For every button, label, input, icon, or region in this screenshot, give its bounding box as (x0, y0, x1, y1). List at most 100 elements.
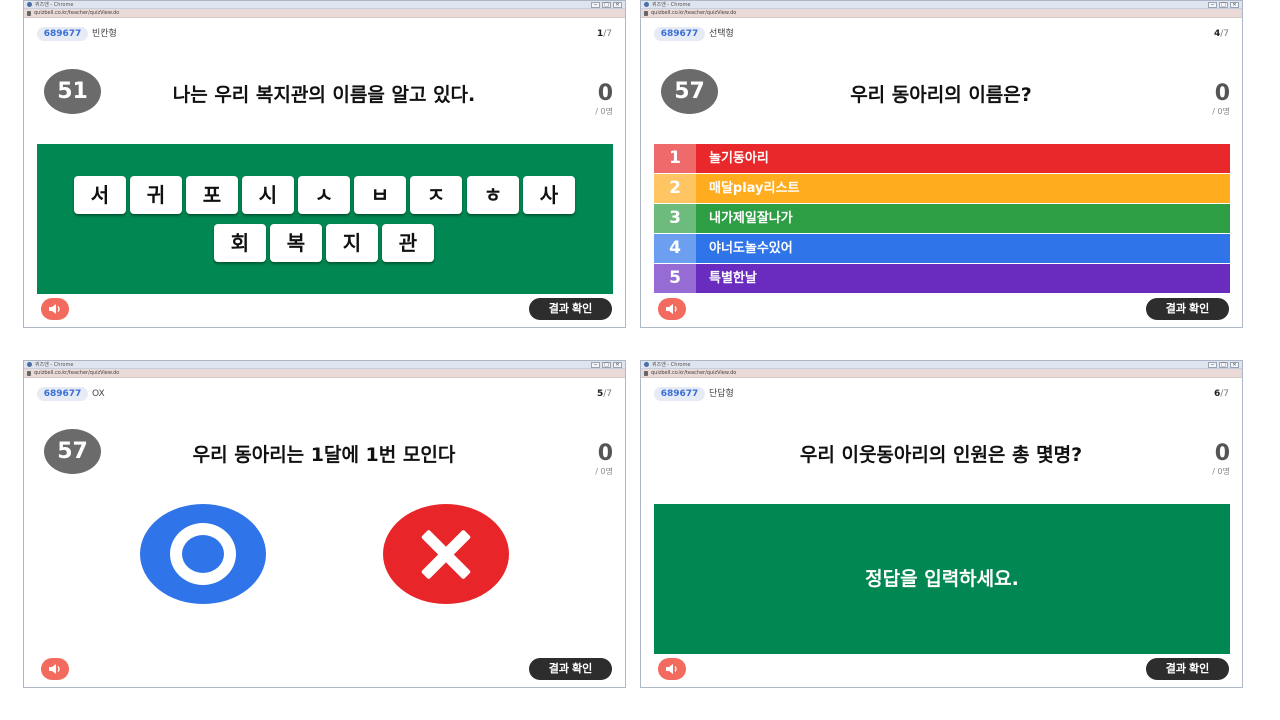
timer-circle: 57 (44, 429, 101, 474)
letter-tile[interactable]: 사 (523, 176, 575, 214)
score-display: 0 / 0명 (1212, 81, 1230, 117)
speaker-button[interactable] (41, 658, 69, 680)
quiz-window-multiple-choice: 퀴즈앤 - Chrome ─ □ ✕ quizbell.co.kr/teache… (640, 0, 1243, 328)
window-titlebar: 퀴즈앤 - Chrome ─ □ ✕ (24, 361, 625, 369)
close-button[interactable]: ✕ (1230, 362, 1239, 368)
question-type: 선택형 (709, 29, 734, 39)
score-display: 0 / 0명 (1212, 441, 1230, 477)
letter-tile[interactable]: ㅂ (354, 176, 406, 214)
letter-tile[interactable]: 귀 (130, 176, 182, 214)
option-number: 4 (654, 234, 696, 263)
pin-badge: 689677 (654, 27, 705, 41)
x-answer-button[interactable] (383, 504, 509, 604)
url-text: quizbell.co.kr/teacher/quizView.do (651, 370, 737, 376)
check-result-button[interactable]: 결과 확인 (529, 298, 612, 320)
participant-count: / 0명 (1212, 467, 1230, 476)
answer-option-2[interactable]: 2 매달play리스트 (654, 174, 1230, 203)
letter-tile[interactable]: ㅈ (410, 176, 462, 214)
close-button[interactable]: ✕ (613, 362, 622, 368)
participant-count: / 0명 (1212, 107, 1230, 116)
participant-count: / 0명 (595, 467, 613, 476)
o-answer-button[interactable] (140, 504, 266, 604)
option-text: 내가제일잘나가 (709, 211, 793, 226)
close-button[interactable]: ✕ (613, 2, 622, 8)
pin-badge: 689677 (37, 387, 88, 401)
check-result-button[interactable]: 결과 확인 (1146, 298, 1229, 320)
url-text: quizbell.co.kr/teacher/quizView.do (34, 370, 120, 376)
score-display: 0 / 0명 (595, 441, 613, 477)
answer-option-4[interactable]: 4 야너도놀수있어 (654, 234, 1230, 263)
letter-tile[interactable]: 시 (242, 176, 294, 214)
window-titlebar: 퀴즈앤 - Chrome ─ □ ✕ (641, 361, 1242, 369)
option-text: 매달play리스트 (709, 181, 800, 196)
lock-icon (644, 11, 648, 16)
question-counter: 4/7 (1214, 27, 1229, 41)
answer-option-5[interactable]: 5 특별한날 (654, 264, 1230, 293)
minimize-button[interactable]: ─ (1208, 2, 1217, 8)
option-number: 5 (654, 264, 696, 293)
question-text: 우리 동아리의 이름은? (850, 84, 1032, 106)
maximize-button[interactable]: □ (1219, 362, 1228, 368)
letter-tile[interactable]: 서 (74, 176, 126, 214)
option-number: 3 (654, 204, 696, 233)
browser-icon (644, 362, 649, 367)
speaker-icon (666, 664, 677, 674)
score-count: 0 (597, 441, 613, 466)
lock-icon (644, 371, 648, 376)
question-counter: 6/7 (1214, 387, 1229, 401)
option-text: 야너도놀수있어 (709, 241, 793, 256)
speaker-button[interactable] (658, 658, 686, 680)
letter-tile[interactable]: 회 (214, 224, 266, 262)
quiz-window-short-answer: 퀴즈앤 - Chrome ─ □ ✕ quizbell.co.kr/teache… (640, 360, 1243, 688)
maximize-button[interactable]: □ (602, 2, 611, 8)
question-type: 빈칸형 (92, 29, 117, 39)
check-result-button[interactable]: 결과 확인 (529, 658, 612, 680)
speaker-button[interactable] (658, 298, 686, 320)
minimize-button[interactable]: ─ (1208, 362, 1217, 368)
speaker-button[interactable] (41, 298, 69, 320)
close-button[interactable]: ✕ (1230, 2, 1239, 8)
letter-tile[interactable]: 복 (270, 224, 322, 262)
letter-tile[interactable]: ㅎ (467, 176, 519, 214)
timer-circle: 57 (661, 69, 718, 114)
total-questions: /7 (1220, 389, 1229, 399)
minimize-button[interactable]: ─ (591, 2, 600, 8)
option-number: 1 (654, 144, 696, 173)
letter-tile[interactable]: 지 (326, 224, 378, 262)
window-title: 퀴즈앤 - Chrome (652, 2, 691, 8)
timer-circle: 51 (44, 69, 101, 114)
address-bar[interactable]: quizbell.co.kr/teacher/quizView.do (24, 9, 625, 18)
address-bar[interactable]: quizbell.co.kr/teacher/quizView.do (24, 369, 625, 378)
letter-tile[interactable]: ㅅ (298, 176, 350, 214)
maximize-button[interactable]: □ (602, 362, 611, 368)
letter-tile[interactable]: 관 (382, 224, 434, 262)
circle-o-icon (170, 523, 236, 585)
answer-option-3[interactable]: 3 내가제일잘나가 (654, 204, 1230, 233)
score-display: 0 / 0명 (595, 81, 613, 117)
question-text: 우리 동아리는 1달에 1번 모인다 (192, 444, 456, 466)
quiz-window-fill-blank: 퀴즈앤 - Chrome ─ □ ✕ quizbell.co.kr/teache… (23, 0, 626, 328)
url-text: quizbell.co.kr/teacher/quizView.do (651, 10, 737, 16)
answer-option-1[interactable]: 1 놀기동아리 (654, 144, 1230, 173)
address-bar[interactable]: quizbell.co.kr/teacher/quizView.do (641, 9, 1242, 18)
maximize-button[interactable]: □ (1219, 2, 1228, 8)
option-text: 놀기동아리 (709, 151, 769, 166)
option-number: 2 (654, 174, 696, 203)
question-type: OX (92, 389, 105, 399)
answer-input-area[interactable]: 정답을 입력하세요. (654, 504, 1230, 654)
question-text: 우리 이웃동아리의 인원은 총 몇명? (799, 444, 1083, 466)
window-titlebar: 퀴즈앤 - Chrome ─ □ ✕ (641, 1, 1242, 9)
speaker-icon (666, 304, 677, 314)
minimize-button[interactable]: ─ (591, 362, 600, 368)
check-result-button[interactable]: 결과 확인 (1146, 658, 1229, 680)
window-title: 퀴즈앤 - Chrome (35, 362, 74, 368)
total-questions: /7 (603, 29, 612, 39)
letter-tile-board: 서 귀 포 시 ㅅ ㅂ ㅈ ㅎ 사 회 복 지 관 (37, 144, 613, 294)
window-title: 퀴즈앤 - Chrome (652, 362, 691, 368)
lock-icon (27, 371, 31, 376)
browser-icon (27, 2, 32, 7)
question-counter: 1/7 (597, 27, 612, 41)
letter-tile[interactable]: 포 (186, 176, 238, 214)
total-questions: /7 (1220, 29, 1229, 39)
address-bar[interactable]: quizbell.co.kr/teacher/quizView.do (641, 369, 1242, 378)
